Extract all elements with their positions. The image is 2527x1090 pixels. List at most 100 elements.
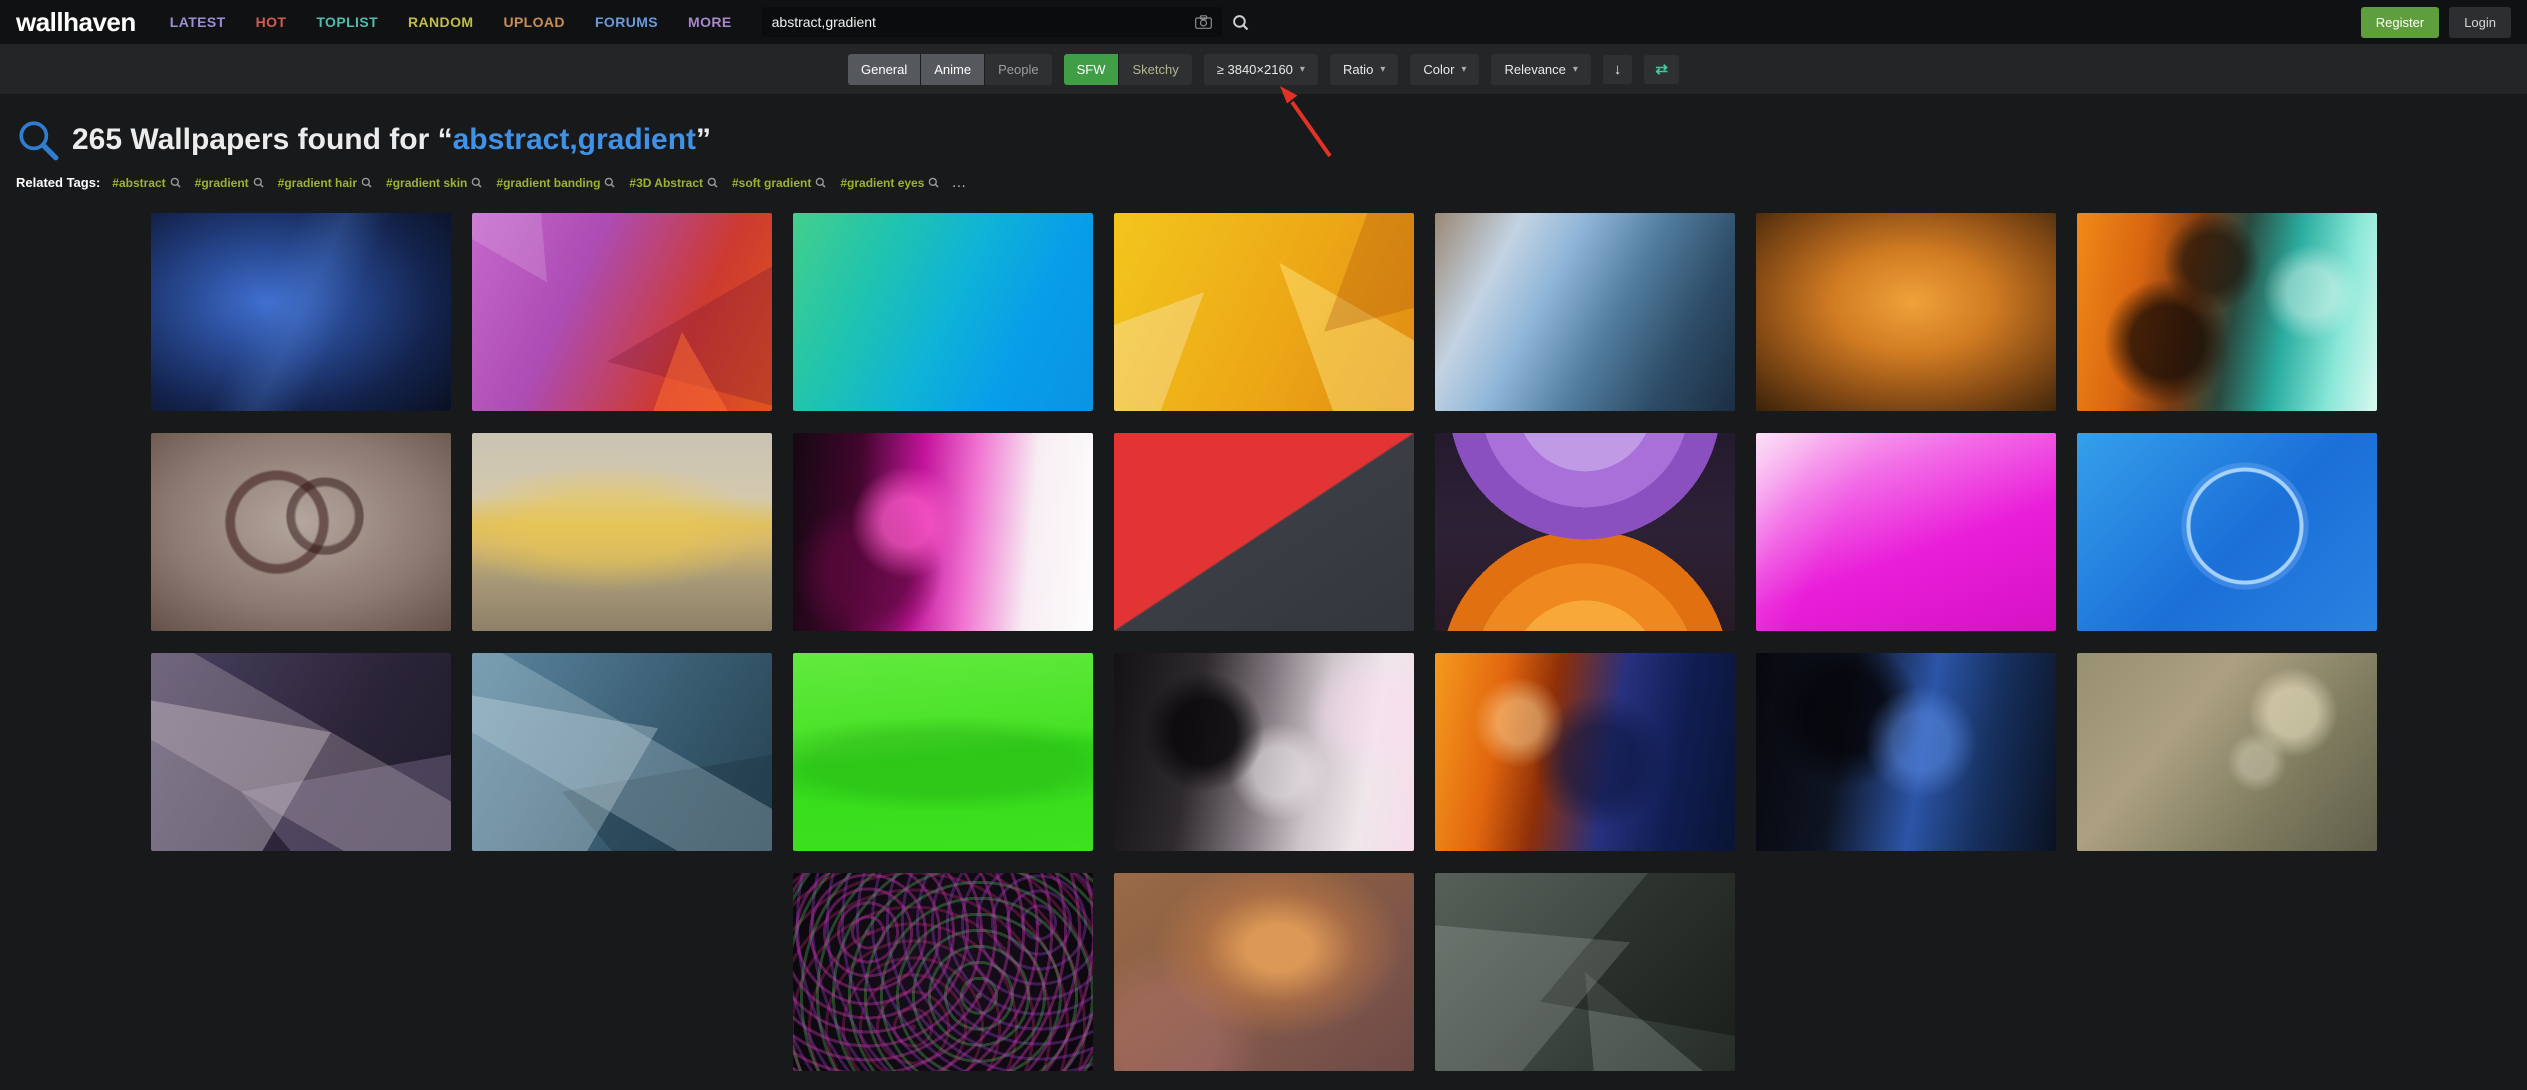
wallpaper-thumbnail[interactable] [1435, 213, 1735, 411]
nav-item-random[interactable]: Random [408, 14, 473, 30]
nav-item-toplist[interactable]: Toplist [316, 14, 378, 30]
wallpaper-thumbnail[interactable] [793, 433, 1093, 631]
nav-item-latest[interactable]: Latest [170, 14, 226, 30]
tag-search-icon [170, 177, 181, 188]
nav-item-hot[interactable]: Hot [256, 14, 287, 30]
category-toggle-general[interactable]: General [848, 54, 920, 85]
related-tag[interactable]: #abstract [112, 176, 180, 190]
wallpaper-thumbnail[interactable] [1114, 433, 1414, 631]
search-query-text[interactable]: abstract,gradient [453, 123, 696, 156]
image-search-camera-icon[interactable] [1195, 15, 1212, 29]
related-tag[interactable]: #gradient banding [496, 176, 615, 190]
wallpaper-thumbnail[interactable] [1435, 873, 1735, 1071]
refresh-results-button[interactable]: ⇄ [1644, 55, 1679, 84]
search-submit-icon[interactable] [1232, 14, 1249, 31]
resolution-filter-dropdown[interactable]: ≥ 3840×2160 ▾ [1204, 54, 1318, 85]
sort-order-value: Relevance [1504, 62, 1565, 77]
related-tag-label: #soft gradient [732, 176, 811, 190]
arrow-down-icon: ↓ [1614, 61, 1622, 78]
wallpaper-thumbnail[interactable] [1756, 213, 2056, 411]
related-tag[interactable]: #3D Abstract [629, 176, 718, 190]
chevron-down-icon: ▾ [1300, 64, 1305, 75]
quote-close: ” [696, 123, 711, 156]
login-button[interactable]: Login [2449, 7, 2511, 38]
wallpaper-thumbnail[interactable] [793, 873, 1093, 1071]
results-header: 265 Wallpapers found for “abstract,gradi… [0, 94, 2527, 162]
results-count-heading: 265 Wallpapers found for “abstract,gradi… [72, 123, 711, 157]
category-toggle-people[interactable]: People [984, 54, 1051, 85]
color-filter-label: Color [1423, 62, 1454, 77]
related-tags-row: Related Tags: #abstract #gradient #gradien… [0, 162, 2527, 191]
chevron-down-icon: ▾ [1461, 64, 1466, 75]
resolution-filter-value: ≥ 3840×2160 [1217, 62, 1293, 77]
tag-search-icon [604, 177, 615, 188]
wallpaper-thumbnail[interactable] [1756, 433, 2056, 631]
refresh-icon: ⇄ [1655, 61, 1668, 78]
wallpaper-thumbnail[interactable] [793, 213, 1093, 411]
wallpaper-thumbnail[interactable] [1114, 653, 1414, 851]
sort-order-dropdown[interactable]: Relevance ▾ [1491, 54, 1590, 85]
wallpaper-grid [151, 213, 2377, 1071]
related-tag[interactable]: #gradient eyes [840, 176, 939, 190]
nav-item-more[interactable]: More [688, 14, 732, 30]
wallpaper-thumbnail[interactable] [1114, 213, 1414, 411]
wallpaper-thumbnail[interactable] [1114, 873, 1414, 1071]
chevron-down-icon: ▾ [1380, 64, 1385, 75]
search-results-icon [16, 118, 60, 162]
related-tag-label: #gradient hair [278, 176, 357, 190]
purity-toggle-sfw[interactable]: SFW [1064, 54, 1119, 85]
related-tag[interactable]: #gradient [195, 176, 264, 190]
filter-toolbar: GeneralAnimePeople SFWSketchy ≥ 3840×216… [0, 44, 2527, 94]
related-tags-label: Related Tags: [16, 175, 100, 190]
search-input[interactable] [772, 14, 1187, 30]
wallpaper-thumbnail[interactable] [472, 213, 772, 411]
wallpaper-thumbnail[interactable] [151, 653, 451, 851]
results-count-text: 265 Wallpapers found for [72, 123, 438, 156]
auth-buttons: Register Login [2361, 7, 2511, 38]
related-tag[interactable]: #soft gradient [732, 176, 826, 190]
sort-direction-button[interactable]: ↓ [1603, 55, 1633, 84]
related-tag-label: #gradient skin [386, 176, 467, 190]
more-tags-button[interactable]: … [951, 174, 966, 191]
wallpaper-thumbnail[interactable] [151, 213, 451, 411]
tag-search-icon [815, 177, 826, 188]
tag-search-icon [707, 177, 718, 188]
wallpaper-thumbnail[interactable] [1435, 433, 1735, 631]
tag-search-icon [361, 177, 372, 188]
wallpaper-thumbnail[interactable] [472, 433, 772, 631]
top-navigation-bar: wallhaven Latest Hot Toplist Random Upload Fo… [0, 0, 2527, 44]
wallpaper-thumbnail[interactable] [151, 433, 451, 631]
ratio-filter-dropdown[interactable]: Ratio ▾ [1330, 54, 1398, 85]
nav-item-forums[interactable]: Forums [595, 14, 658, 30]
search-bar [762, 7, 1222, 37]
ratio-filter-label: Ratio [1343, 62, 1373, 77]
wallpaper-thumbnail[interactable] [1756, 653, 2056, 851]
tag-search-icon [471, 177, 482, 188]
wallpaper-thumbnail[interactable] [2077, 213, 2377, 411]
related-tag[interactable]: #gradient hair [278, 176, 372, 190]
category-toggle-anime[interactable]: Anime [920, 54, 984, 85]
related-tag-label: #gradient banding [496, 176, 600, 190]
tag-search-icon [928, 177, 939, 188]
color-filter-dropdown[interactable]: Color ▾ [1410, 54, 1479, 85]
category-toggle-group: GeneralAnimePeople [848, 54, 1052, 85]
wallpaper-thumbnail[interactable] [793, 653, 1093, 851]
quote-open: “ [438, 123, 453, 156]
related-tag-label: #abstract [112, 176, 165, 190]
related-tag-list: #abstract #gradient #gradient hair #gradien… [112, 176, 939, 190]
wallpaper-thumbnail[interactable] [1435, 653, 1735, 851]
wallpaper-thumbnail[interactable] [472, 653, 772, 851]
purity-toggle-sketchy[interactable]: Sketchy [1118, 54, 1191, 85]
related-tag[interactable]: #gradient skin [386, 176, 482, 190]
site-logo[interactable]: wallhaven [16, 7, 136, 38]
register-button[interactable]: Register [2361, 7, 2439, 38]
related-tag-label: #gradient [195, 176, 249, 190]
chevron-down-icon: ▾ [1573, 64, 1578, 75]
nav-item-upload[interactable]: Upload [503, 14, 565, 30]
wallpaper-thumbnail[interactable] [2077, 433, 2377, 631]
related-tag-label: #3D Abstract [629, 176, 703, 190]
tag-search-icon [253, 177, 264, 188]
purity-toggle-group: SFWSketchy [1064, 54, 1192, 85]
primary-nav: Latest Hot Toplist Random Upload Forums More [170, 14, 732, 30]
wallpaper-thumbnail[interactable] [2077, 653, 2377, 851]
